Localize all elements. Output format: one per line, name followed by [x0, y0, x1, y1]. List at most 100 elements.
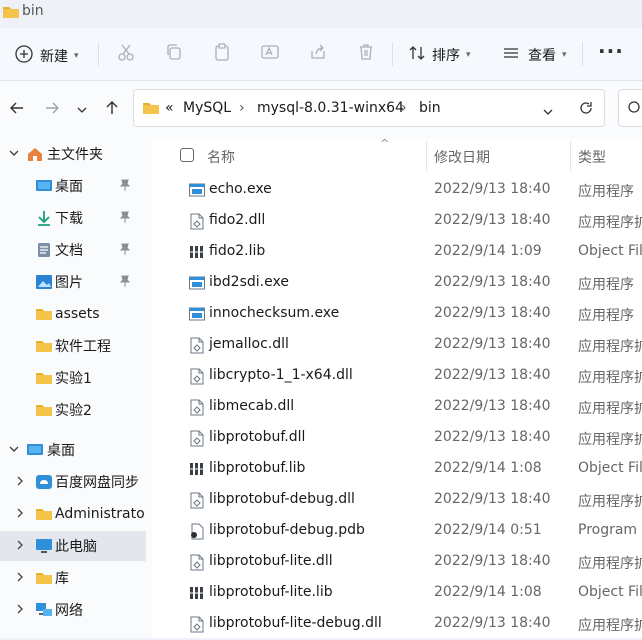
sidebar-item[interactable]: Administrato	[0, 499, 146, 529]
chevron-down-icon[interactable]	[8, 147, 20, 162]
file-row[interactable]: libprotobuf-debug.pdb 2022/9/14 0:51 Progr…	[152, 516, 642, 547]
folder-icon	[35, 402, 52, 416]
breadcrumb-item[interactable]: mysql-8.0.31-winx64	[257, 100, 404, 116]
dll-icon	[189, 368, 204, 385]
file-row[interactable]: echo.exe 2022/9/13 18:40 应用程序	[152, 175, 642, 206]
chevron-down-icon[interactable]	[8, 443, 20, 458]
breadcrumb-separator[interactable]: ›	[401, 100, 407, 116]
sidebar-item[interactable]: 实验1	[0, 363, 146, 393]
column-header-type[interactable]: 类型	[578, 147, 606, 167]
dll-icon	[189, 213, 204, 230]
column-divider[interactable]	[570, 141, 571, 171]
file-row[interactable]: innochecksum.exe 2022/9/13 18:40 应用程序	[152, 299, 642, 330]
file-type: 应用程序	[578, 308, 634, 324]
document-icon	[35, 242, 51, 257]
chevron-down-icon[interactable]	[542, 103, 554, 122]
column-header-name[interactable]: 名称	[207, 147, 235, 167]
recent-locations-icon[interactable]	[76, 101, 88, 121]
sidebar-item[interactable]: 下载	[0, 203, 146, 233]
sidebar-item[interactable]: assets	[0, 299, 146, 329]
sidebar-item-label: 下载	[55, 211, 83, 227]
sidebar-item[interactable]: 软件工程	[0, 331, 146, 361]
file-row[interactable]: fido2.dll 2022/9/13 18:40 应用程序扩	[152, 206, 642, 237]
sidebar-item[interactable]: 实验2	[0, 395, 146, 425]
sidebar-item[interactable]: 库	[0, 563, 146, 593]
chevron-right-icon[interactable]	[14, 507, 26, 522]
cut-icon[interactable]	[116, 42, 136, 67]
sidebar-item[interactable]: 桌面	[0, 435, 146, 465]
sidebar-item-label: 库	[55, 571, 69, 587]
dll-icon	[189, 492, 204, 509]
chevron-right-icon[interactable]	[14, 475, 26, 490]
file-row[interactable]: libprotobuf.lib 2022/9/14 1:08 Object File	[152, 454, 642, 485]
download-icon	[35, 210, 51, 226]
title-bar: bin	[0, 0, 642, 28]
pin-icon	[119, 275, 131, 290]
breadcrumb-item[interactable]: bin	[419, 100, 441, 116]
new-button-label: 新建	[40, 49, 68, 65]
file-row[interactable]: libprotobuf.dll 2022/9/13 18:40 应用程序扩	[152, 423, 642, 454]
forward-icon[interactable]	[43, 99, 61, 122]
select-all-checkbox[interactable]	[180, 148, 194, 162]
sort-button[interactable]: 排序 ▾	[408, 44, 471, 66]
file-name: libprotobuf.dll	[209, 429, 306, 445]
chevron-right-icon[interactable]	[14, 539, 26, 554]
delete-icon[interactable]	[356, 42, 376, 67]
sort-icon	[408, 44, 426, 66]
file-row[interactable]: libcrypto-1_1-x64.dll 2022/9/13 18:40 应用程序…	[152, 361, 642, 392]
copy-icon[interactable]	[164, 42, 184, 67]
breadcrumb-separator[interactable]: ›	[239, 100, 245, 116]
chevron-right-icon[interactable]	[14, 603, 26, 618]
file-row[interactable]: libprotobuf-lite-debug.dll 2022/9/13 18:4…	[152, 609, 642, 640]
chevron-down-icon: ▾	[562, 50, 567, 60]
file-type: 应用程序扩	[578, 618, 642, 634]
view-button[interactable]: 查看 ▾	[502, 44, 567, 66]
paste-icon[interactable]	[212, 42, 232, 67]
share-icon[interactable]	[308, 42, 328, 67]
file-row[interactable]: ibd2sdi.exe 2022/9/13 18:40 应用程序	[152, 268, 642, 299]
sidebar-item[interactable]: 此电脑	[0, 531, 146, 561]
file-modified-date: 2022/9/14 1:08	[434, 584, 542, 600]
refresh-icon[interactable]	[578, 100, 594, 120]
chevron-right-icon[interactable]	[14, 571, 26, 586]
sidebar-item-label: 百度网盘同步	[55, 475, 139, 491]
sidebar-item[interactable]: 图片	[0, 267, 146, 297]
pin-icon	[119, 211, 131, 226]
back-icon[interactable]	[8, 99, 26, 122]
folder-icon	[35, 306, 52, 320]
sidebar-item[interactable]: 主文件夹	[0, 139, 146, 169]
file-type: 应用程序	[578, 184, 634, 200]
column-header-date[interactable]: 修改日期	[434, 147, 490, 167]
lib-icon	[189, 585, 204, 601]
sidebar-item[interactable]: 网络	[0, 595, 146, 625]
plus-icon	[14, 44, 34, 68]
file-type: 应用程序扩	[578, 370, 642, 386]
column-divider[interactable]	[426, 141, 427, 171]
folder-icon	[35, 338, 52, 352]
file-row[interactable]: libprotobuf-debug.dll 2022/9/13 18:40 应用程序…	[152, 485, 642, 516]
breadcrumb-overflow[interactable]: «	[165, 100, 174, 116]
file-row[interactable]: jemalloc.dll 2022/9/13 18:40 应用程序扩	[152, 330, 642, 361]
pictures-icon	[35, 274, 52, 289]
exe-icon	[189, 306, 205, 322]
file-type: Object File	[578, 460, 642, 476]
address-bar[interactable]: « MySQL › mysql-8.0.31-winx64 › bin	[133, 89, 605, 127]
file-row[interactable]: libmecab.dll 2022/9/13 18:40 应用程序扩	[152, 392, 642, 423]
toolbar-divider	[98, 42, 99, 66]
file-name: ibd2sdi.exe	[209, 274, 289, 290]
file-type: 应用程序扩	[578, 215, 642, 231]
rename-icon[interactable]	[260, 42, 280, 67]
desktop-icon	[35, 178, 52, 192]
file-row[interactable]: libprotobuf-lite.lib 2022/9/14 1:08 Object…	[152, 578, 642, 609]
sidebar-item[interactable]: 文档	[0, 235, 146, 265]
search-input[interactable]	[618, 89, 642, 127]
file-name: jemalloc.dll	[209, 336, 289, 352]
sidebar-item[interactable]: 百度网盘同步	[0, 467, 146, 497]
more-options-button[interactable]: ···	[598, 39, 624, 63]
up-icon[interactable]	[103, 99, 121, 122]
breadcrumb-item[interactable]: MySQL	[183, 100, 231, 116]
file-row[interactable]: libprotobuf-lite.dll 2022/9/13 18:40 应用程序扩	[152, 547, 642, 578]
file-row[interactable]: fido2.lib 2022/9/14 1:09 Object File	[152, 237, 642, 268]
new-button[interactable]: 新建 ▾	[14, 44, 79, 68]
sidebar-item[interactable]: 桌面	[0, 171, 146, 201]
